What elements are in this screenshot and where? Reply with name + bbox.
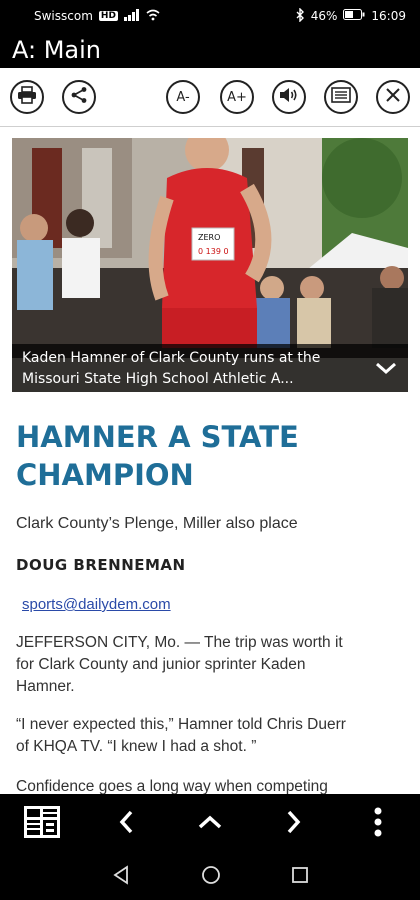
page-view-button[interactable] [20, 794, 64, 854]
battery-percent: 46% [310, 9, 338, 23]
chevron-right-icon [286, 809, 302, 839]
text-view-icon [331, 87, 351, 107]
font-larger-label: A+ [227, 89, 247, 105]
wifi-icon [146, 9, 160, 24]
next-article-button[interactable] [274, 794, 314, 854]
paragraph-1-line-2: for Clark County and junior sprinter Kad… [16, 656, 306, 673]
chevron-up-icon [197, 814, 223, 834]
system-navigation-bar [0, 854, 420, 900]
chevron-left-icon [118, 809, 134, 839]
bib-brand: ZERO [198, 233, 220, 242]
author-email-link[interactable]: sports@dailydem.com [22, 596, 171, 613]
article-photo[interactable]: ZERO 0 139 0 Kaden Hamner of Clark Count… [12, 138, 408, 392]
bib-number: 0 139 0 [198, 247, 229, 256]
close-icon [385, 87, 401, 107]
share-icon [70, 86, 88, 108]
carrier-name: Swisscom [34, 9, 93, 23]
print-icon [17, 86, 37, 108]
chevron-down-icon[interactable] [374, 358, 398, 378]
back-triangle-icon [112, 865, 130, 889]
app-title: A: Main [12, 36, 102, 64]
home-button[interactable] [196, 854, 226, 900]
font-smaller-label: A- [176, 89, 190, 105]
photo-caption-text: Kaden Hamner of Clark County runs at the… [22, 350, 321, 387]
recents-button[interactable] [285, 854, 315, 900]
font-larger-button[interactable]: A+ [220, 80, 254, 114]
page-view-icon [23, 805, 61, 843]
paragraph-2-line-1: “I never expected this,” Hamner told Chr… [16, 716, 346, 733]
bottom-toolbar [0, 794, 420, 854]
scroll-up-button[interactable] [188, 794, 232, 854]
paragraph-1-line-3: Hamner. [16, 678, 75, 695]
article-paragraph-2: “I never expected this,” Hamner told Chr… [16, 714, 408, 758]
headline-line-1: HAMNER A STATE [16, 420, 299, 454]
text-view-button[interactable] [324, 80, 358, 114]
font-smaller-button[interactable]: A- [166, 80, 200, 114]
home-circle-icon [201, 865, 221, 889]
app-bar: A: Main [0, 32, 420, 68]
recents-square-icon [291, 866, 309, 888]
network-badge: HD [98, 11, 118, 21]
previous-article-button[interactable] [106, 794, 146, 854]
article-toolbar: A- A+ [0, 68, 420, 127]
bluetooth-icon [295, 6, 305, 25]
clock: 16:09 [371, 9, 406, 23]
print-button[interactable] [10, 80, 44, 114]
signal-icon [123, 8, 140, 24]
status-left: Swisscom HD [34, 8, 160, 24]
back-button[interactable] [106, 854, 136, 900]
more-vertical-icon [374, 807, 382, 841]
close-button[interactable] [376, 80, 410, 114]
headline-line-2: CHAMPION [16, 458, 194, 492]
article-paragraph-1: JEFFERSON CITY, Mo. — The trip was worth… [16, 632, 408, 698]
article-byline: DOUG BRENNEMAN [16, 556, 186, 574]
article-headline: HAMNER A STATE CHAMPION [16, 418, 406, 494]
article-subhead: Clark County’s Plenge, Miller also place [16, 515, 298, 532]
battery-icon [343, 9, 365, 23]
speaker-icon [279, 87, 299, 107]
more-options-button[interactable] [362, 794, 394, 854]
status-right: 46% 16:09 [295, 6, 406, 25]
paragraph-1-line-1: JEFFERSON CITY, Mo. — The trip was worth… [16, 634, 343, 651]
photo-caption[interactable]: Kaden Hamner of Clark County runs at the… [12, 344, 408, 392]
read-aloud-button[interactable] [272, 80, 306, 114]
share-button[interactable] [62, 80, 96, 114]
paragraph-2-line-2: of KHQA TV. “I knew I had a shot. ” [16, 738, 257, 755]
status-bar: Swisscom HD 46% 16:09 [0, 0, 420, 32]
